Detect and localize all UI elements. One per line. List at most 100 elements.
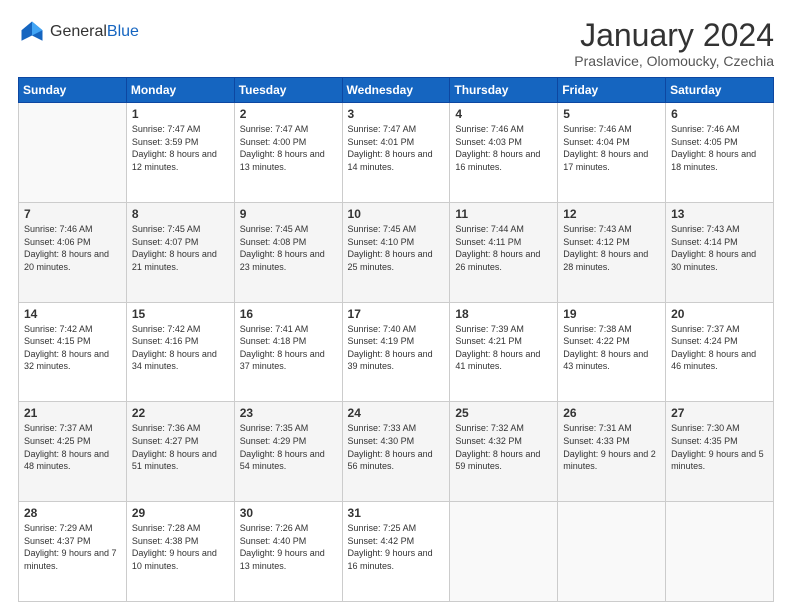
day-info: Sunrise: 7:44 AMSunset: 4:11 PMDaylight:… [455,223,552,273]
weekday-thursday: Thursday [450,78,558,103]
day-cell: 8 Sunrise: 7:45 AMSunset: 4:07 PMDaylight… [126,202,234,302]
day-number: 21 [24,406,121,420]
weekday-friday: Friday [558,78,666,103]
day-cell [558,502,666,602]
day-cell [666,502,774,602]
day-cell: 9Sunrise: 7:45 AMSunset: 4:08 PMDaylight… [234,202,342,302]
day-cell: 4 Sunrise: 7:46 AMSunset: 4:03 PMDaylight… [450,103,558,203]
day-cell: 11 Sunrise: 7:44 AMSunset: 4:11 PMDayligh… [450,202,558,302]
day-info: Sunrise: 7:41 AMSunset: 4:18 PMDaylight:… [240,323,337,373]
day-cell: 16 Sunrise: 7:41 AMSunset: 4:18 PMDayligh… [234,302,342,402]
day-info: Sunrise: 7:38 AMSunset: 4:22 PMDaylight:… [563,323,660,373]
week-row-1: 1 Sunrise: 7:47 AMSunset: 3:59 PMDaylight… [19,103,774,203]
day-number: 22 [132,406,229,420]
day-cell: 19 Sunrise: 7:38 AMSunset: 4:22 PMDayligh… [558,302,666,402]
day-cell: 20 Sunrise: 7:37 AMSunset: 4:24 PMDayligh… [666,302,774,402]
day-cell: 29Sunrise: 7:28 AMSunset: 4:38 PMDayligh… [126,502,234,602]
day-info: Sunrise: 7:37 AMSunset: 4:25 PMDaylight:… [24,422,121,472]
day-number: 28 [24,506,121,520]
location: Praslavice, Olomoucky, Czechia [574,53,774,69]
day-cell: 17 Sunrise: 7:40 AMSunset: 4:19 PMDayligh… [342,302,450,402]
day-cell: 3 Sunrise: 7:47 AMSunset: 4:01 PMDaylight… [342,103,450,203]
day-number: 30 [240,506,337,520]
day-number: 25 [455,406,552,420]
day-number: 24 [348,406,445,420]
day-cell [19,103,127,203]
day-cell: 10Sunrise: 7:45 AMSunset: 4:10 PMDayligh… [342,202,450,302]
day-cell: 1 Sunrise: 7:47 AMSunset: 3:59 PMDaylight… [126,103,234,203]
day-info: Sunrise: 7:45 AMSunset: 4:07 PMDaylight:… [132,223,229,273]
day-cell: 14 Sunrise: 7:42 AMSunset: 4:15 PMDayligh… [19,302,127,402]
day-cell: 26 Sunrise: 7:31 AMSunset: 4:33 PMDayligh… [558,402,666,502]
day-cell: 24 Sunrise: 7:33 AMSunset: 4:30 PMDayligh… [342,402,450,502]
weekday-saturday: Saturday [666,78,774,103]
calendar: SundayMondayTuesdayWednesdayThursdayFrid… [18,77,774,602]
day-number: 23 [240,406,337,420]
day-number: 19 [563,307,660,321]
day-number: 3 [348,107,445,121]
day-info: Sunrise: 7:46 AMSunset: 4:06 PMDaylight:… [24,223,121,273]
week-row-4: 21 Sunrise: 7:37 AMSunset: 4:25 PMDayligh… [19,402,774,502]
logo-general: General [50,23,107,41]
title-block: January 2024 Praslavice, Olomoucky, Czec… [574,18,774,69]
day-number: 15 [132,307,229,321]
weekday-tuesday: Tuesday [234,78,342,103]
day-cell: 28Sunrise: 7:29 AMSunset: 4:37 PMDayligh… [19,502,127,602]
day-info: Sunrise: 7:35 AMSunset: 4:29 PMDaylight:… [240,422,337,472]
day-info: Sunrise: 7:42 AMSunset: 4:16 PMDaylight:… [132,323,229,373]
day-info: Sunrise: 7:26 AMSunset: 4:40 PMDaylight:… [240,522,337,572]
day-number: 31 [348,506,445,520]
day-info: Sunrise: 7:46 AMSunset: 4:05 PMDaylight:… [671,123,768,173]
day-info: Sunrise: 7:47 AMSunset: 3:59 PMDaylight:… [132,123,229,173]
day-info: Sunrise: 7:40 AMSunset: 4:19 PMDaylight:… [348,323,445,373]
day-cell: 13Sunrise: 7:43 AMSunset: 4:14 PMDayligh… [666,202,774,302]
day-number: 11 [455,207,552,221]
day-info: Sunrise: 7:46 AMSunset: 4:04 PMDaylight:… [563,123,660,173]
week-row-2: 7Sunrise: 7:46 AMSunset: 4:06 PMDaylight… [19,202,774,302]
day-number: 29 [132,506,229,520]
weekday-header-row: SundayMondayTuesdayWednesdayThursdayFrid… [19,78,774,103]
day-info: Sunrise: 7:43 AMSunset: 4:14 PMDaylight:… [671,223,768,273]
day-number: 8 [132,207,229,221]
weekday-monday: Monday [126,78,234,103]
day-cell: 5 Sunrise: 7:46 AMSunset: 4:04 PMDaylight… [558,103,666,203]
day-cell: 25 Sunrise: 7:32 AMSunset: 4:32 PMDayligh… [450,402,558,502]
day-info: Sunrise: 7:36 AMSunset: 4:27 PMDaylight:… [132,422,229,472]
day-number: 17 [348,307,445,321]
day-cell: 30 Sunrise: 7:26 AMSunset: 4:40 PMDayligh… [234,502,342,602]
day-number: 14 [24,307,121,321]
day-info: Sunrise: 7:46 AMSunset: 4:03 PMDaylight:… [455,123,552,173]
day-cell: 21 Sunrise: 7:37 AMSunset: 4:25 PMDayligh… [19,402,127,502]
day-cell: 2Sunrise: 7:47 AMSunset: 4:00 PMDaylight… [234,103,342,203]
day-number: 27 [671,406,768,420]
day-number: 18 [455,307,552,321]
day-number: 26 [563,406,660,420]
day-cell: 22 Sunrise: 7:36 AMSunset: 4:27 PMDayligh… [126,402,234,502]
week-row-3: 14 Sunrise: 7:42 AMSunset: 4:15 PMDayligh… [19,302,774,402]
day-info: Sunrise: 7:25 AMSunset: 4:42 PMDaylight:… [348,522,445,572]
day-info: Sunrise: 7:37 AMSunset: 4:24 PMDaylight:… [671,323,768,373]
day-info: Sunrise: 7:45 AMSunset: 4:08 PMDaylight:… [240,223,337,273]
day-info: Sunrise: 7:33 AMSunset: 4:30 PMDaylight:… [348,422,445,472]
day-cell: 23 Sunrise: 7:35 AMSunset: 4:29 PMDayligh… [234,402,342,502]
day-number: 5 [563,107,660,121]
day-info: Sunrise: 7:31 AMSunset: 4:33 PMDaylight:… [563,422,660,472]
day-info: Sunrise: 7:32 AMSunset: 4:32 PMDaylight:… [455,422,552,472]
header: GeneralBlue January 2024 Praslavice, Olo… [18,18,774,69]
day-number: 6 [671,107,768,121]
logo: GeneralBlue [18,18,139,46]
logo-blue: Blue [107,23,139,41]
month-title: January 2024 [574,18,774,53]
day-number: 16 [240,307,337,321]
day-number: 4 [455,107,552,121]
day-info: Sunrise: 7:47 AMSunset: 4:01 PMDaylight:… [348,123,445,173]
day-number: 1 [132,107,229,121]
day-cell: 18Sunrise: 7:39 AMSunset: 4:21 PMDayligh… [450,302,558,402]
day-number: 10 [348,207,445,221]
logo-text: GeneralBlue [50,23,139,41]
day-number: 20 [671,307,768,321]
day-cell [450,502,558,602]
day-cell: 27Sunrise: 7:30 AMSunset: 4:35 PMDayligh… [666,402,774,502]
day-info: Sunrise: 7:42 AMSunset: 4:15 PMDaylight:… [24,323,121,373]
day-number: 12 [563,207,660,221]
